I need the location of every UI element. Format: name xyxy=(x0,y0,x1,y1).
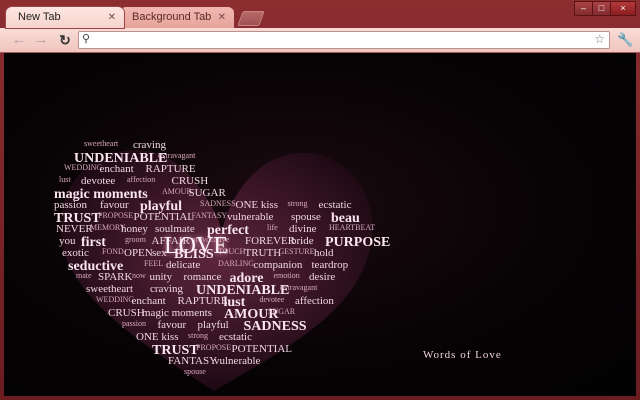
wordcloud-word: OPEN xyxy=(124,247,153,259)
wordcloud-word: FANTASY xyxy=(168,355,218,367)
wordcloud-word: craving xyxy=(133,139,166,151)
wordcloud-word: craving xyxy=(150,283,183,295)
wordcloud-word: POTENTIAL xyxy=(133,211,195,223)
wordcloud-word: PURPOSE xyxy=(325,235,391,250)
wordcloud-word: spouse xyxy=(184,367,206,376)
wordcloud-word: SPARK xyxy=(98,271,133,283)
wordcloud-word: WEDDING xyxy=(64,163,103,172)
wordcloud-word: teardrop xyxy=(311,259,349,271)
reload-button[interactable]: ↻ xyxy=(56,31,74,49)
wordcloud-word: extravagant xyxy=(280,283,318,292)
wordcloud-word: affection xyxy=(295,295,334,307)
wordcloud-word: RAPTURE xyxy=(177,295,228,307)
wordcloud-word: spouse xyxy=(291,211,321,223)
wordcloud-word: bride xyxy=(291,235,314,247)
wordcloud-word: ecstatic xyxy=(318,199,352,211)
address-input[interactable] xyxy=(97,33,591,49)
wordcloud-word: strong xyxy=(188,331,208,340)
wordcloud-word: POTENTIAL xyxy=(231,343,293,355)
wordcloud-word: SUGAR xyxy=(188,187,226,199)
wordcloud-word: strong xyxy=(287,199,308,208)
toolbar: ← → ↻ ⚲ ☆ 🔧 xyxy=(0,28,640,53)
wrench-icon[interactable]: 🔧 xyxy=(617,32,633,48)
heart-wordcloud: sweetheart craving UNDENIABLE extravagant WE… xyxy=(44,121,390,396)
wordcloud-word: affection xyxy=(127,175,156,184)
wordcloud-word: GESTURE xyxy=(278,247,315,256)
wordcloud-word: PROPOSE xyxy=(196,343,232,352)
wordcloud-word: DARLING xyxy=(218,259,254,268)
wordcloud-word: playful xyxy=(197,319,229,331)
wordcloud-word: FOREVER xyxy=(245,235,296,247)
page-content: sweetheart craving UNDENIABLE extravagant WE… xyxy=(4,53,636,396)
wordcloud-word: companion xyxy=(253,259,303,271)
wordcloud-word: FEEL xyxy=(144,259,164,268)
wordcloud-word: SUGAR xyxy=(268,307,296,316)
wordcloud-word: FOND xyxy=(102,247,124,256)
wordcloud-word: romance xyxy=(183,271,222,283)
wordcloud-word: magic moments xyxy=(142,307,212,319)
wordcloud-word: enchant xyxy=(131,295,166,307)
wordcloud-word: vulnerable xyxy=(227,211,274,223)
wordcloud-word: sweetheart xyxy=(84,139,119,148)
wordcloud-word: passion xyxy=(54,199,87,211)
wordcloud-word: devotee xyxy=(259,295,285,304)
wordcloud-word: SADNESS xyxy=(243,319,307,334)
forward-button[interactable]: → xyxy=(32,31,50,49)
wordcloud-word: AMOUR xyxy=(162,187,192,196)
wordcloud-word: exotic xyxy=(62,247,89,259)
back-button[interactable]: ← xyxy=(10,31,28,49)
tab-strip: New Tab ✕ Background Tab ✕ – □ × xyxy=(0,0,640,28)
close-window-button[interactable]: × xyxy=(610,1,636,16)
wordcloud-word: emotion xyxy=(273,271,300,280)
wordcloud-word: FANTASY xyxy=(191,211,228,220)
wordcloud-word: mate xyxy=(76,271,92,280)
omnibox[interactable]: ⚲ ☆ xyxy=(78,31,610,49)
wordcloud-word: favour xyxy=(100,199,129,211)
wordcloud-word: vulnerable xyxy=(214,355,261,367)
wordcloud-word: extravagant xyxy=(158,151,196,160)
wordcloud-word: ecstatic xyxy=(219,331,252,343)
wordcloud-word: lust xyxy=(59,175,71,184)
search-icon: ⚲ xyxy=(82,33,91,45)
wordcloud-word: enchant xyxy=(99,163,134,175)
wordcloud-word: RAPTURE xyxy=(145,163,196,175)
wordcloud-word: passion xyxy=(122,319,146,328)
wordcloud-word: life xyxy=(267,223,278,232)
wordcloud-word: groom xyxy=(125,235,146,244)
star-icon[interactable]: ☆ xyxy=(594,32,605,46)
wordcloud-word: now xyxy=(132,271,146,280)
tab-label: Background Tab xyxy=(132,11,212,23)
wordcloud-word: divine xyxy=(289,223,317,235)
tab-label: New Tab xyxy=(18,11,61,23)
wordcloud-word: WEDDING xyxy=(96,295,135,304)
wordcloud-word: delicate xyxy=(166,259,201,271)
wordcloud-word: NEVER xyxy=(56,223,93,235)
wordcloud-word: favour xyxy=(157,319,187,331)
tab-new-tab[interactable]: New Tab ✕ xyxy=(6,7,124,28)
wordcloud-word: honey xyxy=(121,223,148,235)
wordcloud-word: CRUSH xyxy=(171,175,209,187)
wordcloud-word: TRUTH xyxy=(244,247,282,259)
wordcloud-word: ONE kiss xyxy=(235,199,278,211)
tab-background-tab[interactable]: Background Tab ✕ xyxy=(120,7,234,28)
minimize-button[interactable]: – xyxy=(574,1,593,16)
wordcloud-word: CRUSH xyxy=(108,307,145,319)
wordcloud-word: hold xyxy=(314,247,334,259)
wordcloud-word: PROPOSE xyxy=(98,211,134,220)
brand-wordmark: Words of Love xyxy=(423,349,502,361)
wordcloud-word: you xyxy=(59,235,76,247)
wordcloud-word: HEARTBEAT xyxy=(329,223,376,232)
close-icon[interactable]: ✕ xyxy=(108,7,116,28)
new-tab-button[interactable] xyxy=(237,11,265,26)
wordcloud-word: SADNESS xyxy=(200,199,236,208)
wordcloud-word: sweetheart xyxy=(86,283,134,295)
wordcloud-word: devotee xyxy=(81,175,116,187)
browser-window: New Tab ✕ Background Tab ✕ – □ × ← → ↻ ⚲… xyxy=(0,0,640,400)
center-word-love: LOVE xyxy=(164,233,228,259)
wordcloud-word: unity xyxy=(149,271,173,283)
close-icon[interactable]: ✕ xyxy=(218,7,226,28)
wordcloud-word: desire xyxy=(309,271,336,283)
maximize-button[interactable]: □ xyxy=(592,1,611,16)
wordcloud-word: ONE kiss xyxy=(136,331,179,343)
